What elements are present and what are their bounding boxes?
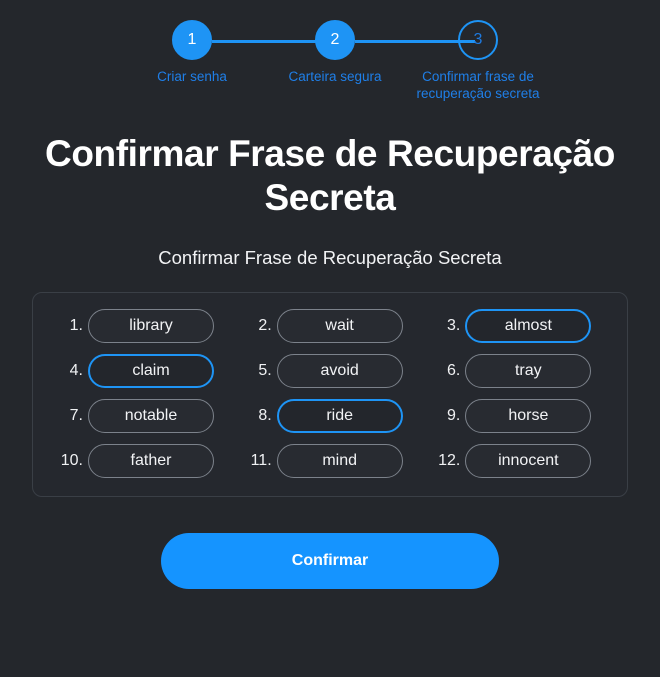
seed-word-cell-8: 8. ride (236, 399, 425, 433)
seed-word-label-8: ride (326, 407, 353, 424)
seed-word-index-10: 10. (60, 452, 83, 469)
seed-word-label-10: father (130, 452, 172, 469)
seed-word-index-1: 1. (69, 317, 83, 334)
stepper-connector-1-2 (212, 40, 332, 43)
seed-word-cell-1: 1. library (47, 309, 236, 343)
stepper-circle-2[interactable]: 2 (315, 20, 355, 60)
page-subtitle: Confirmar Frase de Recuperação Secreta (158, 247, 502, 268)
seed-word-cell-9: 9. horse (424, 399, 613, 433)
stepper-connector-2-3 (355, 40, 475, 43)
stepper-label-1: Criar senha (157, 69, 227, 84)
onboarding-confirm-seed-phrase-page: 1 2 3 Criar senha Carteira segura Confir… (0, 0, 660, 677)
seed-word-cell-3: 3. almost (424, 309, 613, 343)
seed-word-chip-11[interactable]: mind (276, 444, 403, 478)
seed-word-index-6: 6. (446, 362, 461, 379)
seed-phrase-card: 1. library 2. wait 3. almost 4. claim 5.… (32, 292, 628, 497)
seed-word-label-5: avoid (320, 362, 359, 379)
stepper-circle-1[interactable]: 1 (172, 20, 212, 60)
seed-word-index-3: 3. (446, 317, 461, 334)
stepper-track: 1 2 3 (165, 20, 498, 62)
seed-word-chip-7[interactable]: notable (88, 399, 214, 433)
seed-word-index-9: 9. (446, 407, 461, 424)
seed-word-cell-5: 5. avoid (236, 354, 425, 388)
seed-word-index-11: 11. (250, 452, 272, 469)
seed-word-chip-9[interactable]: horse (465, 399, 592, 433)
seed-word-label-12: innocent (498, 452, 559, 469)
seed-word-index-4: 4. (69, 362, 83, 379)
seed-word-label-2: wait (325, 317, 354, 334)
seed-word-cell-12: 12. innocent (424, 444, 613, 478)
seed-word-index-8: 8. (258, 407, 272, 424)
seed-word-label-9: horse (508, 407, 549, 424)
seed-word-cell-7: 7. notable (47, 399, 236, 433)
seed-phrase-grid: 1. library 2. wait 3. almost 4. claim 5.… (47, 309, 613, 478)
seed-word-index-5: 5. (258, 362, 272, 379)
seed-word-index-7: 7. (69, 407, 83, 424)
stepper-circle-3-number: 3 (473, 31, 483, 48)
seed-word-index-12: 12. (438, 452, 461, 469)
seed-word-chip-6[interactable]: tray (465, 354, 592, 388)
seed-word-label-11: mind (322, 452, 357, 469)
seed-word-label-3: almost (504, 317, 552, 334)
seed-word-label-6: tray (514, 362, 542, 379)
seed-word-chip-2[interactable]: wait (276, 309, 403, 343)
seed-word-cell-10: 10. father (47, 444, 236, 478)
seed-word-cell-6: 6. tray (424, 354, 613, 388)
seed-word-label-7: notable (124, 407, 178, 424)
seed-word-chip-12[interactable]: innocent (465, 444, 592, 478)
seed-word-cell-4: 4. claim (47, 354, 236, 388)
seed-word-cell-2: 2. wait (236, 309, 425, 343)
confirm-button[interactable]: Confirmar (161, 533, 499, 589)
seed-word-chip-1[interactable]: library (88, 309, 214, 343)
seed-word-chip-8[interactable]: ride (276, 399, 403, 433)
stepper-circle-3[interactable]: 3 (458, 20, 498, 60)
page-title: Confirmar Frase de Recuperação Secreta (45, 133, 615, 218)
stepper-circle-1-number: 1 (187, 31, 197, 48)
stepper-labels: Criar senha Carteira segura Confirmar fr… (157, 68, 539, 110)
stepper-label-3: Confirmar frase de recuperação secreta (416, 69, 540, 101)
seed-word-chip-10[interactable]: father (88, 444, 214, 478)
progress-stepper: 1 2 3 Criar senha Carteira segura Confir… (0, 0, 660, 110)
seed-word-chip-5[interactable]: avoid (276, 354, 403, 388)
stepper-label-2: Carteira segura (288, 69, 382, 84)
footer-actions: Confirmar (0, 533, 660, 589)
seed-word-index-2: 2. (258, 317, 272, 334)
stepper-circle-2-number: 2 (330, 31, 340, 48)
seed-word-cell-11: 11. mind (236, 444, 425, 478)
seed-word-label-1: library (129, 317, 173, 334)
seed-word-chip-4[interactable]: claim (88, 354, 214, 388)
seed-word-chip-3[interactable]: almost (465, 309, 592, 343)
seed-word-label-4: claim (132, 362, 170, 379)
